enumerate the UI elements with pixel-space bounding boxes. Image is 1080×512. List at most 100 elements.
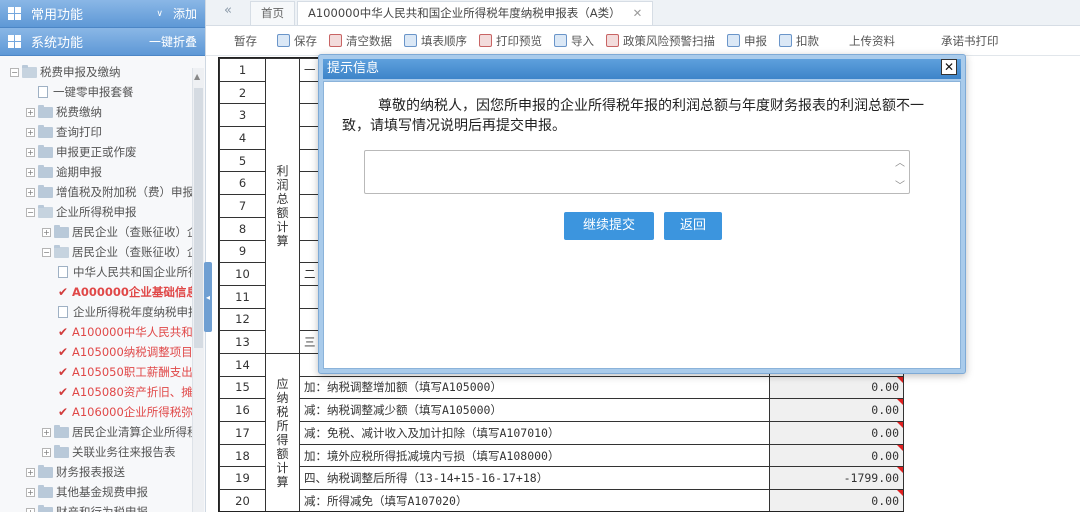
sidebar-scrollbar[interactable]: ▲: [192, 68, 204, 512]
expand-icon[interactable]: +: [26, 507, 35, 512]
system-functions-header[interactable]: 系统功能 一键折叠: [0, 28, 205, 56]
folder-icon: [38, 164, 53, 178]
tree-item[interactable]: + 税费缴纳: [0, 102, 196, 122]
folder-icon: [38, 484, 53, 498]
tree-item[interactable]: − 税费申报及缴纳: [0, 62, 196, 82]
tab-close-icon[interactable]: ✕: [633, 6, 643, 20]
expand-icon[interactable]: +: [42, 447, 51, 457]
tree-item-label: 查询打印: [56, 125, 102, 139]
expand-icon[interactable]: +: [26, 187, 35, 197]
scroll-up-icon[interactable]: ▲: [194, 72, 200, 81]
dialog-message: 尊敬的纳税人，因您所申报的企业所得税年报的利润总额与年度财务报表的利润总额不一致…: [342, 98, 924, 134]
commitment-print-button[interactable]: 承诺书打印: [941, 33, 999, 49]
folder-icon: [54, 424, 69, 438]
collapse-icon[interactable]: −: [42, 247, 51, 257]
tree-item-label: 税费缴纳: [56, 105, 102, 119]
tree-item[interactable]: ✔ A106000企业所得税弥: [0, 402, 196, 422]
document-icon: [38, 86, 48, 98]
collapse-icon[interactable]: −: [26, 207, 35, 217]
tree-item[interactable]: + 财务报表报送: [0, 462, 196, 482]
fill-order-label: 填表顺序: [421, 33, 467, 48]
print-preview-button[interactable]: 打印预览: [479, 33, 542, 49]
expand-icon[interactable]: +: [42, 227, 51, 237]
scroll-up-icon[interactable]: ︿: [895, 154, 905, 169]
fill-order-button[interactable]: 填表顺序: [404, 33, 467, 49]
tab-scroll-left-icon[interactable]: «: [206, 0, 250, 25]
tree-item[interactable]: ✔ A100000中华人民共和: [0, 322, 196, 342]
tree-item[interactable]: + 申报更正或作废: [0, 142, 196, 162]
upload-label: 上传资料: [849, 33, 895, 48]
tree-item[interactable]: − 居民企业（查账征收）企: [0, 242, 196, 262]
tree-item-label: 关联业务往来报告表: [72, 445, 176, 459]
explanation-textarea[interactable]: [364, 150, 910, 194]
expand-icon[interactable]: +: [26, 147, 35, 157]
expand-icon[interactable]: +: [26, 167, 35, 177]
scrollbar-thumb[interactable]: [194, 88, 203, 348]
back-button[interactable]: 返回: [664, 212, 722, 240]
chevron-down-icon[interactable]: ∨: [156, 9, 163, 19]
tree-item[interactable]: 企业所得税年度纳税申报: [0, 302, 196, 322]
tree-item[interactable]: + 关联业务往来报告表: [0, 442, 196, 462]
expand-icon[interactable]: +: [26, 467, 35, 477]
risk-scan-label: 政策风险预警扫描: [623, 33, 715, 48]
expand-icon[interactable]: +: [42, 427, 51, 437]
declare-label: 申报: [744, 33, 767, 48]
checkmark-icon: ✔: [58, 405, 69, 419]
tab-a100000[interactable]: A100000中华人民共和国企业所得税年度纳税申报表（A类） ✕: [297, 1, 654, 25]
common-functions-title: 常用功能: [31, 8, 84, 23]
checkmark-icon: ✔: [58, 325, 69, 339]
tree-item-label: A000000企业基础信息: [72, 285, 196, 299]
tree-item-label: 增值税及附加税（费）申报: [56, 185, 194, 199]
folder-icon: [38, 124, 53, 138]
tree-item[interactable]: 一键零申报套餐: [0, 82, 196, 102]
collapse-icon[interactable]: −: [10, 67, 19, 77]
folder-icon: [38, 204, 53, 218]
tree-item[interactable]: + 查询打印: [0, 122, 196, 142]
toolbar: 暂存 保存 清空数据 填表顺序 打印预览 导入 政策风险预警扫描 申报 扣款 上…: [206, 26, 1080, 56]
function-tree: − 税费申报及缴纳 一键零申报套餐 + 税费缴纳 + 查询打印 + 申报更正或作废 + 逾期申报 + 增…: [0, 58, 196, 512]
common-functions-header[interactable]: 常用功能 ∨ 添加: [0, 0, 205, 28]
tree-item[interactable]: + 增值税及附加税（费）申报: [0, 182, 196, 202]
stash-button[interactable]: 暂存: [234, 33, 257, 49]
tree-item[interactable]: + 居民企业清算企业所得税: [0, 422, 196, 442]
tree-item-label: 申报更正或作废: [56, 145, 137, 159]
import-button[interactable]: 导入: [554, 33, 594, 49]
tab-bar: « 首页 A100000中华人民共和国企业所得税年度纳税申报表（A类） ✕: [206, 0, 1080, 26]
expand-icon[interactable]: +: [26, 487, 35, 497]
tree-item-label: 企业所得税年度纳税申报: [73, 305, 196, 319]
tree-item-label: 居民企业清算企业所得税: [72, 425, 196, 439]
expand-icon[interactable]: +: [26, 107, 35, 117]
notice-dialog: 提示信息 ✕ 尊敬的纳税人，因您所申报的企业所得税年报的利润总额与年度财务报表的…: [318, 54, 966, 374]
tree-item[interactable]: − 企业所得税申报: [0, 202, 196, 222]
save-button[interactable]: 保存: [277, 33, 317, 49]
declare-button[interactable]: 申报: [727, 33, 767, 49]
tree-item[interactable]: ✔ A000000企业基础信息: [0, 282, 196, 302]
warning-icon: [606, 34, 619, 47]
tab-home[interactable]: 首页: [250, 1, 295, 25]
tree-item[interactable]: + 财产和行为税申报: [0, 502, 196, 512]
tree-item[interactable]: + 其他基金规费申报: [0, 482, 196, 502]
checkmark-icon: ✔: [58, 345, 69, 359]
tree-item[interactable]: ✔ A105050职工薪酬支出: [0, 362, 196, 382]
dialog-title: 提示信息: [323, 59, 961, 79]
tree-item[interactable]: 中华人民共和国企业所得: [0, 262, 196, 282]
tree-item[interactable]: + 居民企业（查账征收）企: [0, 222, 196, 242]
tree-item-label: A106000企业所得税弥: [72, 405, 193, 419]
continue-submit-button[interactable]: 继续提交: [564, 212, 654, 240]
tree-item[interactable]: + 逾期申报: [0, 162, 196, 182]
list-icon: [404, 34, 417, 47]
save-icon: [277, 34, 290, 47]
tree-item[interactable]: ✔ A105080资产折旧、摊: [0, 382, 196, 402]
tree-item[interactable]: ✔ A105000纳税调整项目: [0, 342, 196, 362]
scroll-down-icon[interactable]: ﹀: [895, 177, 905, 192]
document-icon: [58, 266, 68, 278]
expand-icon[interactable]: +: [26, 127, 35, 137]
add-button[interactable]: 添加: [173, 5, 197, 22]
collapse-all-button[interactable]: 一键折叠: [149, 33, 197, 50]
upload-button[interactable]: 上传资料: [849, 33, 895, 49]
checkmark-icon: ✔: [58, 385, 69, 399]
close-icon[interactable]: ✕: [941, 59, 957, 75]
risk-scan-button[interactable]: 政策风险预警扫描: [606, 33, 715, 49]
clear-data-button[interactable]: 清空数据: [329, 33, 392, 49]
deduct-button[interactable]: 扣款: [779, 33, 819, 49]
